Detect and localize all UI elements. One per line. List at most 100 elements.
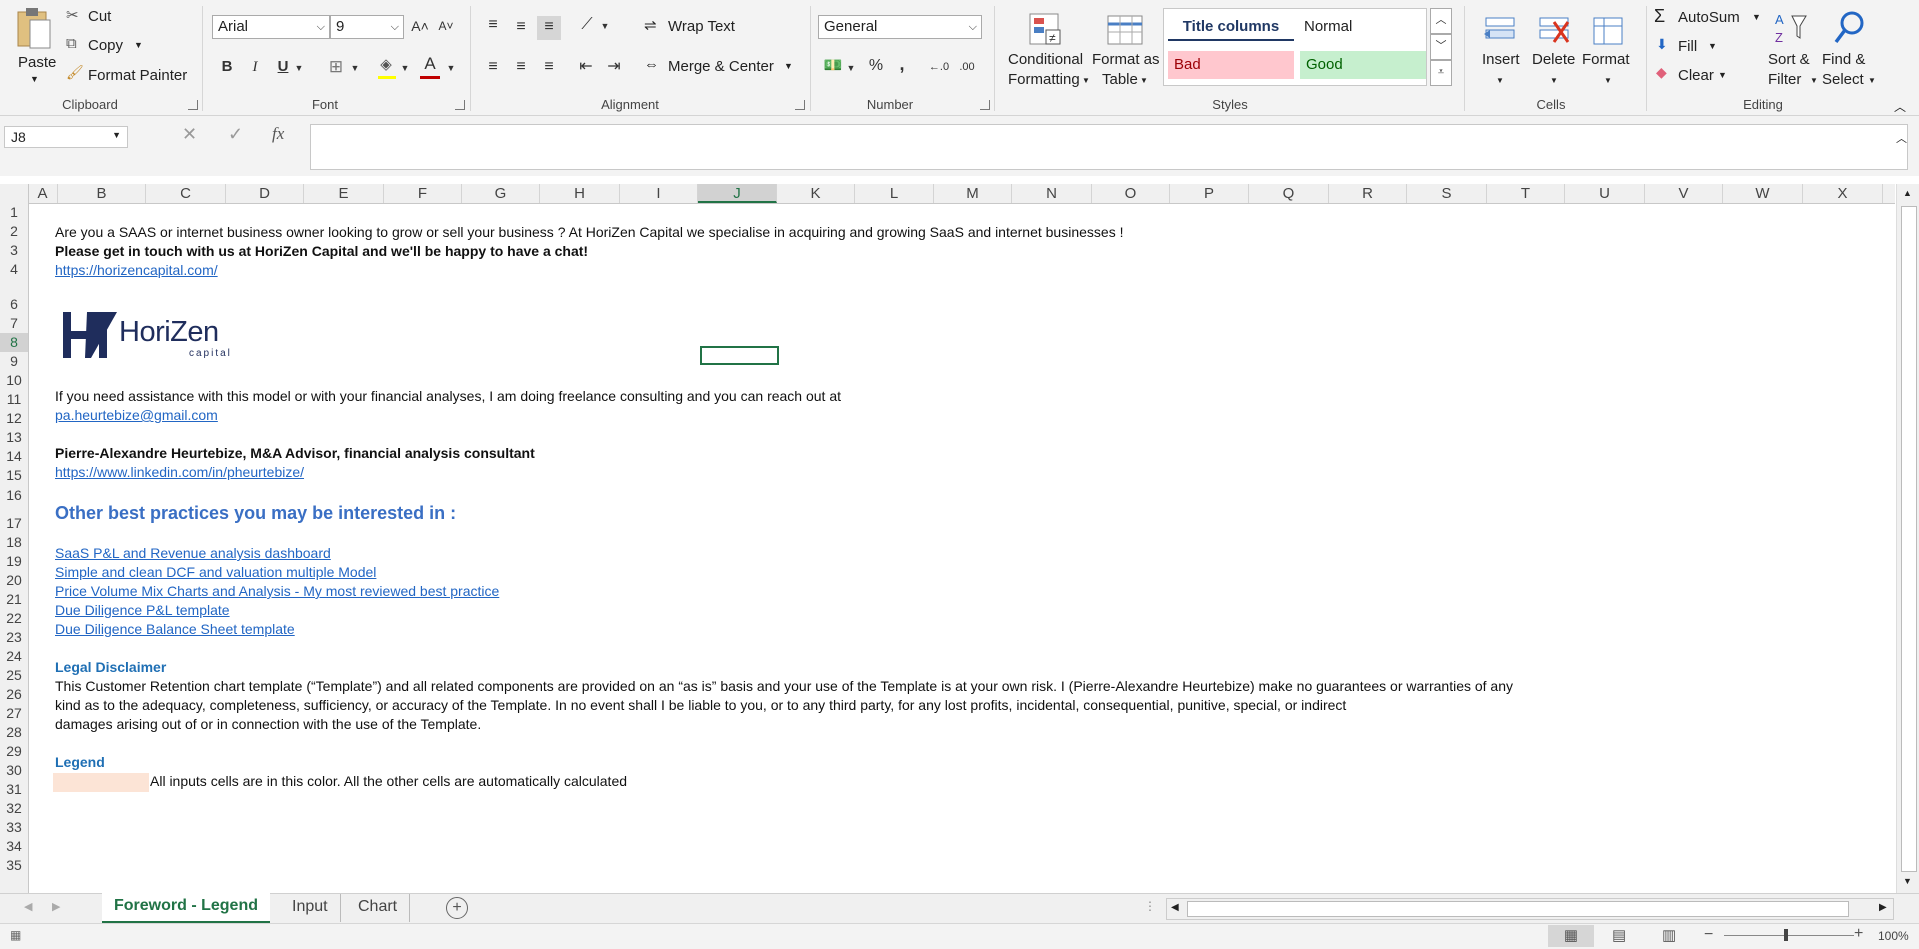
zoom-in-icon[interactable]: + <box>1854 925 1863 943</box>
sheet-grid[interactable]: Are you a SAAS or internet business owne… <box>29 203 1895 893</box>
row-header-14[interactable]: 14 <box>0 447 28 466</box>
column-header-h[interactable]: H <box>540 184 620 203</box>
tab-input[interactable]: Input <box>280 894 341 922</box>
row-header-4[interactable]: 4 <box>0 260 28 279</box>
prev-sheet-icon[interactable]: ◀ <box>24 900 32 913</box>
font-color-icon[interactable]: A <box>420 53 440 75</box>
link-dcf-model[interactable]: Simple and clean DCF and valuation multi… <box>55 563 376 582</box>
cell-b25[interactable]: This Customer Retention chart template (… <box>55 677 1513 696</box>
cell-b13[interactable]: Pierre-Alexandre Heurtebize, M&A Advisor… <box>55 444 535 463</box>
zoom-slider-thumb[interactable] <box>1784 929 1788 941</box>
fill-button[interactable]: ⬇ Fill ▼ <box>1656 36 1726 58</box>
row-header-22[interactable]: 22 <box>0 609 28 628</box>
page-break-view-icon[interactable]: ▥ <box>1662 925 1676 947</box>
tab-splitter-icon[interactable]: ⋮ <box>1144 899 1156 913</box>
row-header-9[interactable]: 9 <box>0 352 28 371</box>
row-header-21[interactable]: 21 <box>0 590 28 609</box>
increase-decimal-icon[interactable]: ←.0 <box>928 56 950 78</box>
merge-center-button[interactable]: ⇔ Merge & Center ▼ <box>644 56 794 78</box>
row-header-17[interactable]: 17 <box>0 514 28 533</box>
conditional-formatting-button[interactable]: ≠ Conditional Formatting ▼ <box>1002 8 1090 92</box>
more-styles-icon[interactable]: ⩡ <box>1430 60 1452 86</box>
column-header-c[interactable]: C <box>146 184 226 203</box>
chevron-down-icon[interactable]: ▼ <box>600 15 610 37</box>
row-header-27[interactable]: 27 <box>0 704 28 723</box>
chevron-down-icon[interactable]: ﹀ <box>1430 34 1452 60</box>
column-header-m[interactable]: M <box>934 184 1012 203</box>
style-normal[interactable]: Normal <box>1300 15 1420 39</box>
format-painter-button[interactable]: 🖌 Format Painter <box>66 64 187 86</box>
link-saas-dashboard[interactable]: SaaS P&L and Revenue analysis dashboard <box>55 544 331 563</box>
zoom-level[interactable]: 100% <box>1878 929 1909 943</box>
column-header-u[interactable]: U <box>1565 184 1645 203</box>
row-header-20[interactable]: 20 <box>0 571 28 590</box>
align-middle-icon[interactable]: ≡ <box>511 16 531 38</box>
style-bad[interactable]: Bad <box>1168 51 1294 79</box>
legend-heading[interactable]: Legend <box>55 753 105 772</box>
align-bottom-icon[interactable]: ≡ <box>537 16 561 40</box>
column-header-b[interactable]: B <box>58 184 146 203</box>
format-button[interactable]: Format ▼ <box>1580 8 1636 92</box>
column-header-r[interactable]: R <box>1329 184 1407 203</box>
row-header-2[interactable]: 2 <box>0 222 28 241</box>
decrease-decimal-icon[interactable]: .00 <box>956 56 978 78</box>
underline-button[interactable]: U <box>274 56 292 78</box>
row-header-15[interactable]: 15 <box>0 466 28 485</box>
horizontal-scroll-thumb[interactable] <box>1187 901 1849 917</box>
link-price-volume-mix[interactable]: Price Volume Mix Charts and Analysis - M… <box>55 582 499 601</box>
column-header-f[interactable]: F <box>384 184 462 203</box>
italic-button[interactable]: I <box>246 56 264 78</box>
row-header-31[interactable]: 31 <box>0 780 28 799</box>
row-header-23[interactable]: 23 <box>0 628 28 647</box>
cell-b10[interactable]: If you need assistance with this model o… <box>55 387 841 406</box>
legal-disclaimer-heading[interactable]: Legal Disclaimer <box>55 658 166 677</box>
insert-button[interactable]: Insert ▼ <box>1476 8 1526 92</box>
vertical-scrollbar[interactable]: ▲ ▼ <box>1896 184 1919 893</box>
clear-button[interactable]: ◆ Clear ▼ <box>1656 64 1736 86</box>
row-header-30[interactable]: 30 <box>0 761 28 780</box>
column-header-v[interactable]: V <box>1645 184 1723 203</box>
increase-indent-icon[interactable]: ⇥ <box>604 56 624 78</box>
column-header-d[interactable]: D <box>226 184 304 203</box>
decrease-font-icon[interactable]: A˅ <box>436 15 456 37</box>
row-header-29[interactable]: 29 <box>0 742 28 761</box>
column-header-x[interactable]: X <box>1803 184 1883 203</box>
paste-button[interactable]: Paste ▼ <box>8 4 60 88</box>
column-header-l[interactable]: L <box>855 184 934 203</box>
percent-button[interactable]: % <box>866 55 886 77</box>
input-color-swatch[interactable] <box>53 773 149 792</box>
row-header-1[interactable]: 1 <box>0 203 28 222</box>
link-dd-pl[interactable]: Due Diligence P&L template <box>55 601 230 620</box>
chevron-down-icon[interactable]: ▼ <box>294 57 304 79</box>
cell-b27[interactable]: damages arising out of or in connection … <box>55 715 481 734</box>
column-header-t[interactable]: T <box>1487 184 1565 203</box>
chevron-down-icon[interactable]: ▼ <box>446 57 456 79</box>
delete-button[interactable]: Delete ▼ <box>1528 8 1580 92</box>
orientation-icon[interactable]: ⟋ <box>576 14 598 36</box>
row-header-26[interactable]: 26 <box>0 685 28 704</box>
row-header-6[interactable]: 6 <box>0 295 28 314</box>
cell-b2[interactable]: Are you a SAAS or internet business owne… <box>55 223 1123 242</box>
collapse-ribbon-icon[interactable]: ︿ <box>1894 98 1906 115</box>
wrap-text-button[interactable]: ⇌ Wrap Text <box>644 16 744 38</box>
horizontal-scrollbar[interactable]: ◀ ▶ <box>1166 898 1894 920</box>
align-left-icon[interactable]: ≡ <box>483 56 503 78</box>
bold-button[interactable]: B <box>218 56 236 78</box>
align-center-icon[interactable]: ≡ <box>511 56 531 78</box>
column-header-e[interactable]: E <box>304 184 384 203</box>
section-heading[interactable]: Other best practices you may be interest… <box>55 501 456 525</box>
scroll-up-icon[interactable]: ▲ <box>1903 188 1912 198</box>
style-title-columns[interactable]: Title columns <box>1168 15 1294 41</box>
chevron-down-icon[interactable]: ▼ <box>846 57 856 79</box>
align-top-icon[interactable]: ≡ <box>483 14 503 36</box>
select-all-corner[interactable] <box>0 184 29 203</box>
column-header-o[interactable]: O <box>1092 184 1170 203</box>
column-header-p[interactable]: P <box>1170 184 1249 203</box>
cell-b3[interactable]: Please get in touch with us at HoriZen C… <box>55 242 588 261</box>
name-box[interactable]: J8 ▼ <box>4 126 128 148</box>
column-header-j[interactable]: J <box>698 184 777 203</box>
cell-c30[interactable]: All inputs cells are in this color. All … <box>150 772 627 791</box>
scroll-right-icon[interactable]: ▶ <box>1879 902 1887 913</box>
formula-input[interactable] <box>310 124 1908 170</box>
row-header-28[interactable]: 28 <box>0 723 28 742</box>
